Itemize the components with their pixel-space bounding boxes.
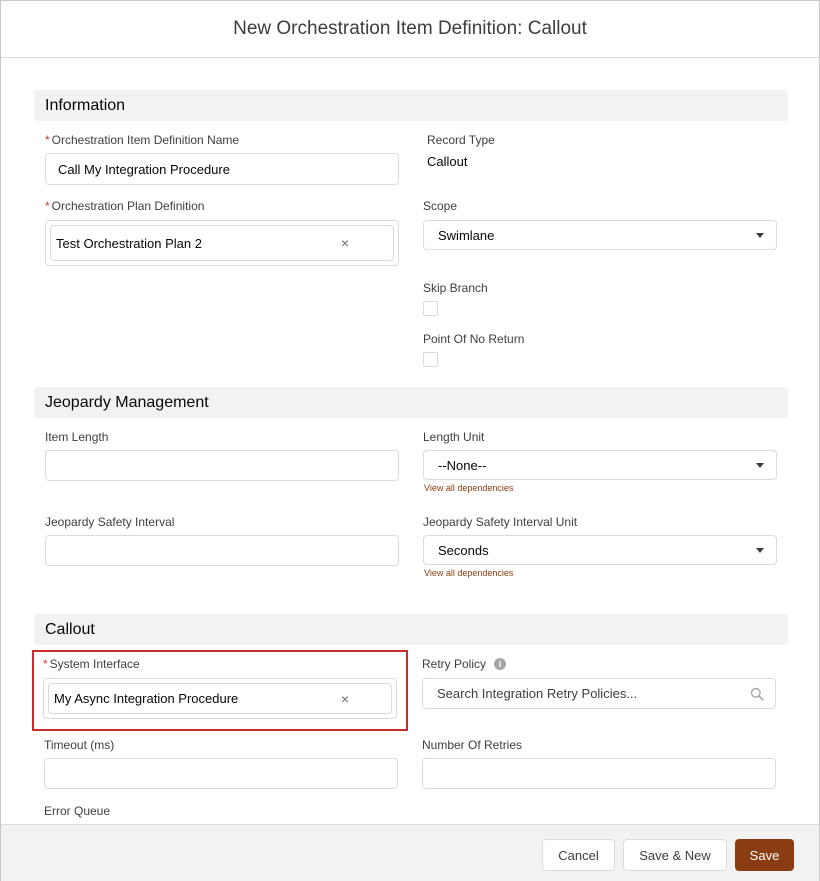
save-button[interactable]: Save [735,839,794,871]
section-title: Jeopardy Management [45,393,209,411]
required-marker: * [45,133,50,147]
modal-header: New Orchestration Item Definition: Callo… [1,1,819,58]
chevron-down-icon [756,463,764,468]
field-label-item-length: Item Length [45,430,109,444]
modal-title: New Orchestration Item Definition: Callo… [233,18,587,39]
field-label-item-name: * Orchestration Item Definition Name [45,133,240,147]
section-header-callout[interactable]: Callout [34,614,788,645]
chevron-down-icon [756,233,764,238]
point-of-no-return-checkbox[interactable] [423,352,438,367]
scope-select[interactable]: Swimlane [423,220,777,250]
plan-definition-pill: Test Orchestration Plan 2 × [50,225,394,261]
field-label-scope: Scope [423,199,458,213]
section-header-information[interactable]: Information [34,90,788,121]
required-marker: * [45,199,50,213]
field-label-safety-interval: Jeopardy Safety Interval [45,515,175,529]
chevron-down-icon [756,548,764,553]
safety-unit-select[interactable]: Seconds [423,535,777,565]
save-and-new-button[interactable]: Save & New [623,839,727,871]
item-name-input[interactable]: Call My Integration Procedure [45,153,399,185]
required-marker: * [43,657,48,671]
field-label-safety-unit: Jeopardy Safety Interval Unit [423,515,578,529]
retry-policy-search-input[interactable]: Search Integration Retry Policies... [422,678,776,709]
safety-unit-value: Seconds [438,542,489,558]
retry-policy-placeholder: Search Integration Retry Policies... [437,686,638,701]
system-interface-pill: My Async Integration Procedure × [48,683,392,714]
modal: New Orchestration Item Definition: Callo… [0,0,820,881]
view-dependencies-link[interactable]: View all dependencies [424,568,513,578]
modal-footer: Cancel Save & New Save [1,824,819,881]
clear-icon[interactable]: × [341,691,349,707]
section-header-jeopardy[interactable]: Jeopardy Management [34,387,788,418]
search-icon [750,687,764,701]
field-label-length-unit: Length Unit [423,430,485,444]
field-label-timeout: Timeout (ms) [44,738,115,752]
length-unit-select[interactable]: --None-- [423,450,777,480]
record-type-value: Callout [427,154,468,169]
number-of-retries-input[interactable] [422,758,776,789]
view-dependencies-link[interactable]: View all dependencies [424,483,513,493]
field-label-record-type: Record Type [427,133,495,147]
item-length-input[interactable] [45,450,399,481]
scope-value: Swimlane [438,227,495,243]
system-interface-value: My Async Integration Procedure [54,691,239,706]
section-title: Callout [45,620,95,638]
plan-definition-value: Test Orchestration Plan 2 [56,235,202,251]
timeout-input[interactable] [44,758,398,789]
safety-interval-input[interactable] [45,535,399,566]
field-label-system-interface: * System Interface [43,657,140,671]
skip-branch-checkbox[interactable] [423,301,438,316]
field-label-error-queue: Error Queue [44,804,111,818]
field-label-point-of-no-return: Point Of No Return [423,332,525,346]
field-label-plan-definition: * Orchestration Plan Definition [45,199,205,213]
field-label-retry-policy: Retry Policy i [422,657,507,671]
field-label-number-of-retries: Number Of Retries [422,738,523,752]
section-title: Information [45,96,126,114]
clear-icon[interactable]: × [341,235,349,251]
system-interface-lookup[interactable]: My Async Integration Procedure × [43,678,397,719]
info-icon[interactable]: i [494,657,507,670]
plan-definition-lookup[interactable]: Test Orchestration Plan 2 × [45,220,399,266]
cancel-button[interactable]: Cancel [542,839,615,871]
field-label-skip-branch: Skip Branch [423,281,488,295]
length-unit-value: --None-- [438,457,487,473]
